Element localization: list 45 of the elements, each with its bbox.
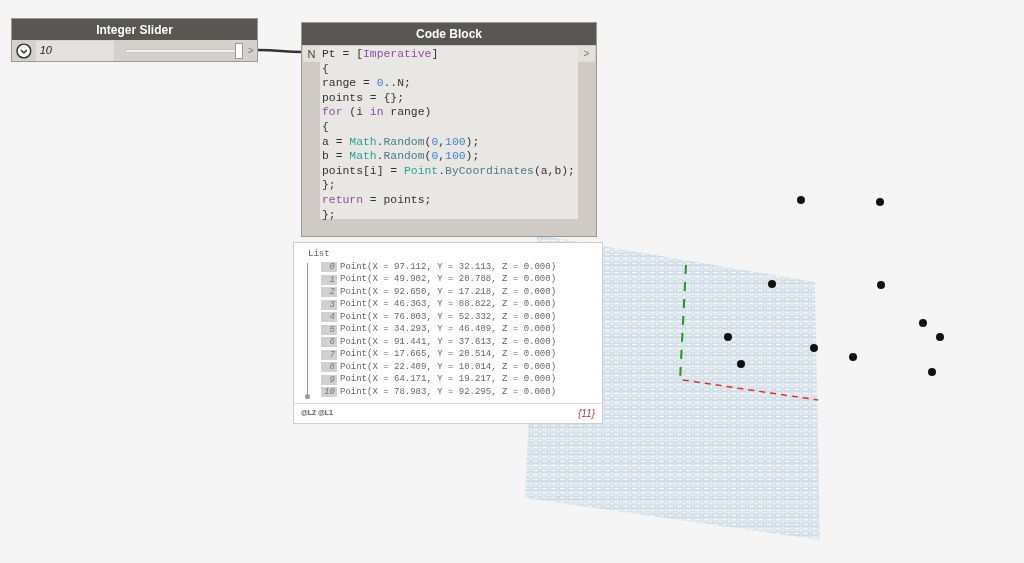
code-line: range = 0..N; xyxy=(322,76,412,91)
index-label: 3 xyxy=(321,299,337,310)
item-count: {11} xyxy=(577,407,595,421)
list-item: Point(X = 46.363, Y = 88.822, Z = 0.000) xyxy=(340,298,557,311)
index-label: 4 xyxy=(321,312,337,323)
code-line: return = points; xyxy=(322,192,433,208)
code-line: points[i] = Point.ByCoordinates(a,b); xyxy=(322,163,576,179)
list-item: Point(X = 64.171, Y = 19.217, Z = 0.000) xyxy=(340,373,557,386)
list-item: Point(X = 49.902, Y = 20.788, Z = 0.000) xyxy=(340,273,557,286)
list-item: Point(X = 97.112, Y = 32.113, Z = 0.000) xyxy=(340,260,557,274)
list-item: Point(X = 91.441, Y = 37.613, Z = 0.000) xyxy=(340,335,557,349)
index-label: 8 xyxy=(321,362,337,373)
code-line: a = Math.Random(0,100); xyxy=(322,134,481,150)
list-item: Point(X = 34.293, Y = 46.409, Z = 0.000) xyxy=(340,323,557,336)
index-label: 10 xyxy=(321,387,337,398)
code-line: b = Math.Random(0,100); xyxy=(322,149,481,164)
code-line: points = {}; xyxy=(322,90,406,106)
code-line: Pt = [Imperative] xyxy=(322,47,440,62)
node-title: Integer Slider xyxy=(12,19,257,40)
input-port[interactable]: N xyxy=(303,46,320,62)
slider-track[interactable] xyxy=(122,42,245,59)
index-label: 5 xyxy=(321,324,337,335)
code-line: }; xyxy=(322,178,337,193)
list-item: Point(X = 92.650, Y = 17.218, Z = 0.000) xyxy=(340,285,557,299)
list-item: Point(X = 17.665, Y = 20.514, Z = 0.000) xyxy=(340,348,557,361)
output-port[interactable]: > xyxy=(578,46,595,62)
node-title: Code Block xyxy=(302,23,596,45)
code-editor[interactable]: Pt = [Imperative] { range = 0..N; points = {}; for (i in range) { a = Math.Random(0,100); b = Math.Random(0,100); points[i] = Point.ByCoordinates(a,b); }; return = points; }; xyxy=(320,46,578,219)
dropdown-icon[interactable] xyxy=(16,42,32,59)
list-item: Point(X = 22.409, Y = 10.014, Z = 0.000) xyxy=(340,360,557,374)
list-item: Point(X = 76.803, Y = 52.332, Z = 0.000) xyxy=(340,310,557,324)
list-label: List xyxy=(308,248,331,260)
list-item: Point(X = 78.983, Y = 92.295, Z = 0.000) xyxy=(340,385,557,399)
connector-wire xyxy=(258,48,303,54)
index-label: 9 xyxy=(321,374,337,385)
index-label: 2 xyxy=(321,287,337,298)
index-label: 6 xyxy=(321,337,337,348)
code-line: for (i in range) xyxy=(322,105,433,120)
index-label: 1 xyxy=(321,274,337,285)
index-label: 7 xyxy=(321,349,337,360)
index-label: 0 xyxy=(321,262,337,273)
code-line: { xyxy=(322,119,330,135)
value-field[interactable]: 10 xyxy=(35,40,115,61)
code-line: { xyxy=(322,61,330,77)
slider-thumb[interactable] xyxy=(234,42,243,59)
